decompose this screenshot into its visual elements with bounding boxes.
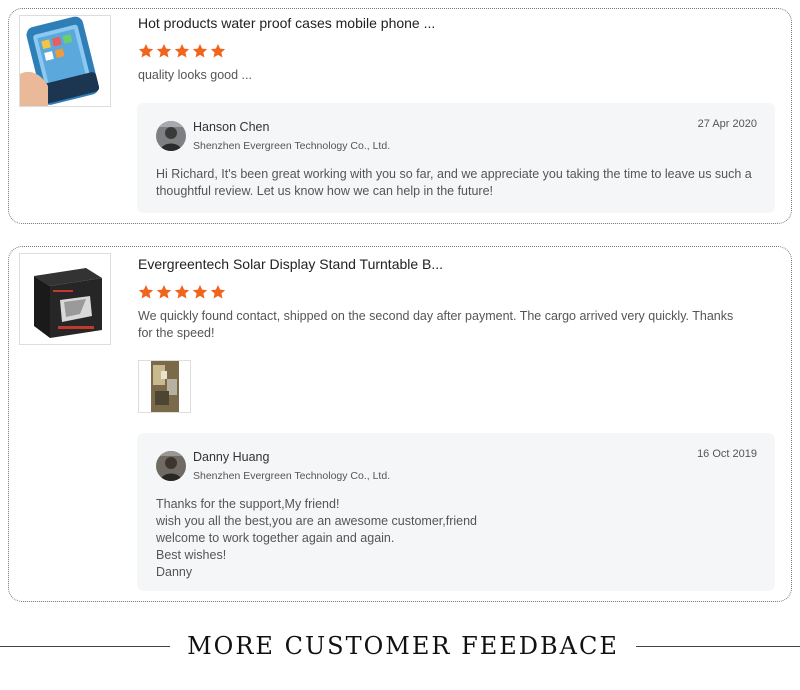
star-icon	[210, 284, 226, 300]
reply-date: 27 Apr 2020	[697, 118, 757, 130]
star-rating	[138, 284, 226, 300]
more-feedback-banner: MORE CUSTOMER FEEDBACE	[0, 632, 800, 662]
review-card: Hot products water proof cases mobile ph…	[8, 8, 792, 224]
product-thumbnail[interactable]	[19, 15, 111, 107]
seller-reply: Danny Huang Shenzhen Evergreen Technolog…	[137, 433, 775, 591]
reply-message-line: wish you all the best,you are an awesome…	[156, 514, 478, 528]
seller-reply: Hanson Chen Shenzhen Evergreen Technolog…	[137, 103, 775, 213]
star-icon	[156, 43, 172, 59]
star-icon	[192, 284, 208, 300]
review-text: We quickly found contact, shipped on the…	[138, 309, 734, 340]
star-rating	[138, 43, 226, 59]
reply-author-name: Hanson Chen	[193, 120, 270, 134]
star-icon	[192, 43, 208, 59]
reply-message: Thanks for the support,My friend! wish y…	[156, 496, 761, 581]
reply-message-line: Danny	[156, 565, 193, 579]
avatar	[156, 121, 186, 151]
reply-company: Shenzhen Evergreen Technology Co., Ltd.	[193, 470, 391, 482]
reply-company: Shenzhen Evergreen Technology Co., Ltd.	[193, 140, 391, 152]
avatar	[156, 451, 186, 481]
review-card: Evergreentech Solar Display Stand Turnta…	[8, 246, 792, 602]
star-icon	[156, 284, 172, 300]
product-title[interactable]: Hot products water proof cases mobile ph…	[138, 15, 435, 31]
reply-date: 16 Oct 2019	[697, 448, 757, 460]
star-icon	[210, 43, 226, 59]
more-feedback-heading: MORE CUSTOMER FEEDBACE	[187, 632, 619, 660]
review-text: quality looks good ...	[138, 68, 252, 82]
reply-message-line: welcome to work together again and again…	[156, 531, 395, 545]
product-title[interactable]: Evergreentech Solar Display Stand Turnta…	[138, 256, 443, 272]
divider	[636, 646, 800, 647]
reply-message-line: Best wishes!	[156, 548, 227, 562]
star-icon	[138, 284, 154, 300]
review-photo[interactable]	[138, 360, 191, 413]
star-icon	[138, 43, 154, 59]
reply-message: Hi Richard, It's been great working with…	[156, 167, 752, 198]
reply-author-name: Danny Huang	[193, 450, 270, 464]
reply-message-line: Thanks for the support,My friend!	[156, 497, 340, 511]
star-icon	[174, 43, 190, 59]
divider	[0, 646, 170, 647]
product-thumbnail[interactable]	[19, 253, 111, 345]
star-icon	[174, 284, 190, 300]
